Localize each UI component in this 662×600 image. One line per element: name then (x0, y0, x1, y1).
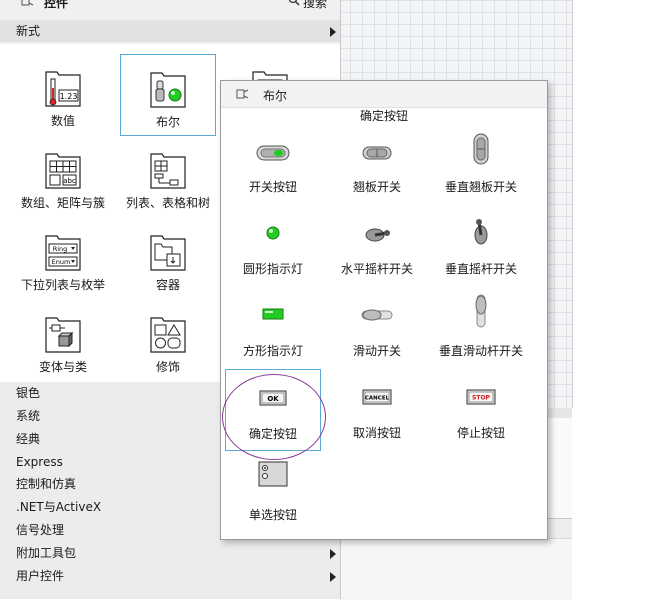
palette-item-label: 修饰 (155, 360, 180, 374)
enum-icon-text: Enum (52, 258, 71, 266)
vertical-toggle-icon (474, 219, 488, 245)
control-label: 垂直摇杆开关 (444, 262, 517, 276)
control-square-led[interactable]: 方形指示灯 (223, 287, 323, 367)
stop-button-text: STOP (472, 395, 491, 402)
round-led-icon (266, 226, 280, 240)
palette-item-label: 下拉列表与枚举 (20, 278, 105, 292)
ring-icon-text: Ring (53, 245, 68, 253)
vertical-rocker-icon (473, 133, 489, 165)
ok-button-icon: OK (259, 390, 287, 406)
numeric-icon: 1.23 (45, 71, 81, 107)
slide-switch-icon (361, 309, 393, 321)
ring-enum-icon: Ring Enum (45, 235, 81, 271)
category-label: 经典 (16, 432, 41, 446)
containers-icon (150, 235, 186, 271)
control-stop-button[interactable]: STOP 停止按钮 (431, 369, 531, 449)
palette-item-boolean[interactable]: 布尔 (120, 54, 216, 136)
control-label: 滑动开关 (352, 344, 401, 358)
control-label: 取消按钮 (352, 426, 401, 440)
search-label: 搜索 (303, 0, 328, 10)
palette-item-label: 变体与类 (38, 360, 87, 374)
control-label: 确定按钮 (248, 427, 297, 441)
control-label: 开关按钮 (248, 180, 297, 194)
control-vertical-slide-switch[interactable]: 垂直滑动杆开关 (431, 287, 531, 367)
cancel-button-text: CANCEL (365, 396, 390, 402)
control-label: 圆形指示灯 (242, 262, 303, 276)
pin-icon[interactable] (20, 0, 34, 8)
category-label: 控制和仿真 (16, 477, 77, 491)
palette-item-list-table-tree[interactable]: 列表、表格和树 (120, 136, 216, 218)
palette-item-label: 列表、表格和树 (125, 196, 210, 210)
palette-item-label: 布尔 (155, 115, 180, 129)
control-round-led[interactable]: 圆形指示灯 (223, 205, 323, 285)
control-ok-button[interactable]: OK 确定按钮 (225, 369, 321, 451)
palette-item-containers[interactable]: 容器 (120, 218, 216, 300)
control-vertical-toggle[interactable]: 垂直摇杆开关 (431, 205, 531, 285)
control-vertical-rocker[interactable]: 垂直翘板开关 (431, 123, 531, 203)
category-label: .NET与ActiveX (16, 500, 102, 514)
control-label: 单选按钮 (248, 508, 297, 522)
control-radio-buttons[interactable]: 单选按钮 (223, 451, 323, 531)
decorations-icon (150, 317, 186, 353)
control-label: 水平摇杆开关 (340, 262, 413, 276)
control-slide-switch[interactable]: 滑动开关 (327, 287, 427, 367)
subpalette-title: 布尔 (263, 89, 288, 103)
category-label: 附加工具包 (16, 546, 77, 560)
subpalette-title-bar: 布尔 (221, 81, 547, 108)
palette-item-ring-enum[interactable]: Ring Enum 下拉列表与枚举 (15, 218, 111, 300)
hover-item-label: 确定按钮 (359, 109, 408, 123)
palette-item-label: 容器 (155, 278, 180, 292)
boolean-icon (150, 72, 186, 108)
palette-item-variant-class[interactable]: 变体与类 (15, 300, 111, 382)
horizontal-toggle-icon (365, 228, 390, 242)
category-label: 信号处理 (16, 523, 65, 537)
list-table-tree-icon (150, 153, 186, 189)
control-horizontal-toggle[interactable]: 水平摇杆开关 (327, 205, 427, 285)
palette-item-numeric[interactable]: 1.23 数值 (15, 54, 111, 136)
control-label: 垂直滑动杆开关 (438, 344, 523, 358)
section-new-style[interactable]: 新式 (0, 20, 340, 42)
square-led-icon (262, 308, 284, 320)
search-icon (288, 0, 300, 6)
palette-title: 控件 (44, 0, 69, 10)
array-cluster-icon: abc (45, 153, 81, 189)
palette-item-array-matrix-cluster[interactable]: abc 数组、矩阵与簇 (15, 136, 111, 218)
variant-class-icon (45, 317, 81, 353)
vertical-slide-switch-icon (475, 294, 487, 328)
svg-text:abc: abc (63, 177, 76, 185)
control-label: 方形指示灯 (242, 344, 303, 358)
category-label: Express (16, 455, 63, 469)
search-button[interactable]: 搜索 (288, 0, 327, 11)
category-label: 用户控件 (16, 569, 65, 583)
numeric-icon-text: 1.23 (60, 92, 78, 101)
control-label: 垂直翘板开关 (444, 180, 517, 194)
category-label: 系统 (16, 409, 41, 423)
control-cancel-button[interactable]: CANCEL 取消按钮 (327, 369, 427, 449)
palette-item-label: 数值 (50, 114, 75, 128)
cancel-button-icon: CANCEL (362, 389, 392, 405)
palette-title-bar: 控件 搜索 (0, 0, 340, 18)
arrow-right-icon (330, 572, 336, 582)
boolean-subpalette: 布尔 确定按钮 开关按钮 翘板开关 垂直翘板开关 圆形指示灯 水平摇杆开关 垂直… (220, 80, 548, 540)
push-button-icon (256, 145, 290, 161)
control-label: 停止按钮 (456, 426, 505, 440)
background-panel (338, 538, 572, 600)
arrow-right-icon (330, 549, 336, 559)
stop-button-icon: STOP (466, 389, 496, 405)
rocker-switch-icon (362, 146, 392, 160)
control-push-button[interactable]: 开关按钮 (223, 123, 323, 203)
ok-button-text: OK (267, 395, 279, 403)
palette-item-decorations[interactable]: 修饰 (120, 300, 216, 382)
palette-item-label: 数组、矩阵与簇 (20, 196, 105, 210)
arrow-right-icon (330, 27, 336, 37)
category-user-controls[interactable]: 用户控件 (0, 565, 340, 587)
section-label: 新式 (16, 24, 41, 38)
control-label: 翘板开关 (352, 180, 401, 194)
pin-icon[interactable] (235, 87, 249, 101)
control-rocker-switch[interactable]: 翘板开关 (327, 123, 427, 203)
category-label: 银色 (16, 386, 41, 400)
category-addons[interactable]: 附加工具包 (0, 542, 340, 564)
radio-buttons-icon (258, 461, 288, 487)
